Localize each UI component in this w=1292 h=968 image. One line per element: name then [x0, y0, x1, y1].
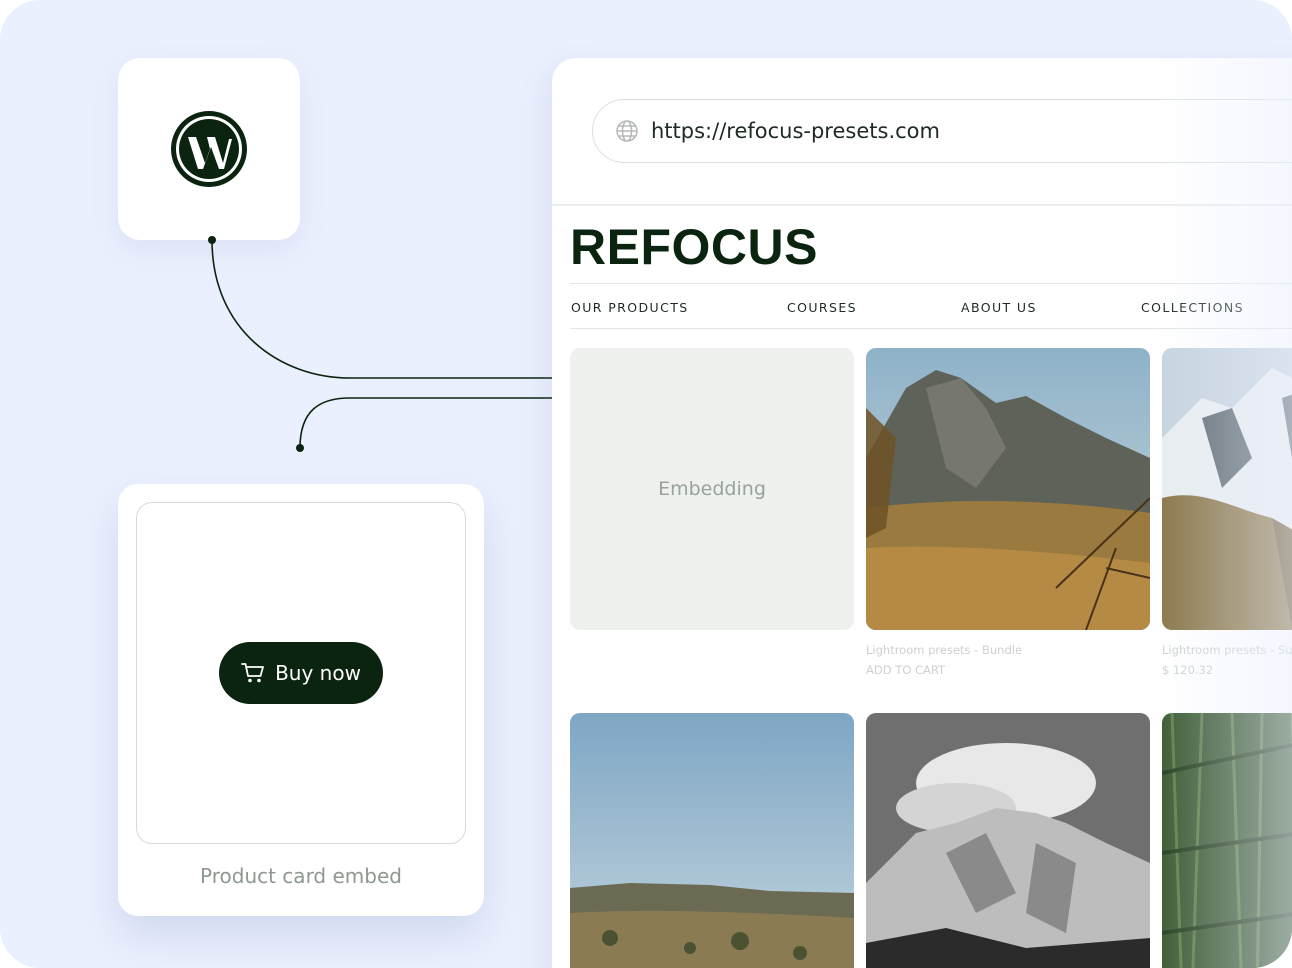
embedding-label: Embedding — [658, 478, 766, 500]
nav-about-us[interactable]: ABOUT US — [961, 300, 1037, 315]
buy-now-label: Buy now — [275, 661, 361, 685]
nav-divider — [570, 328, 1292, 329]
url-text: https://refocus-presets.com — [651, 119, 940, 143]
embed-preview-frame: Buy now — [136, 502, 466, 844]
plains-photo — [570, 713, 854, 968]
globe-icon — [616, 120, 638, 142]
add-to-cart-link[interactable]: ADD TO CART — [866, 663, 945, 677]
bw-mountain-photo — [866, 713, 1150, 968]
cart-icon — [241, 663, 264, 683]
product-image-mountain-autumn[interactable] — [866, 348, 1150, 630]
product-price: $ 120.32 — [1162, 663, 1214, 677]
embed-caption: Product card embed — [200, 864, 402, 888]
browser-window: https://refocus-presets.com REFOCUS OUR … — [552, 58, 1292, 968]
product-image-plains[interactable] — [570, 713, 854, 968]
canvas: Buy now Product card embed https://refoc… — [0, 0, 1292, 968]
url-bar[interactable]: https://refocus-presets.com — [592, 99, 1292, 163]
product-image-grass[interactable] — [1162, 713, 1292, 968]
product-name-bundle[interactable]: Lightroom presets - Bundle — [866, 643, 1022, 657]
product-image-bw-mountain[interactable] — [866, 713, 1150, 968]
product-name-su[interactable]: Lightroom presets - Su — [1162, 643, 1292, 657]
mountain-autumn-photo — [866, 348, 1150, 630]
nav-collections[interactable]: COLLECTIONS — [1141, 300, 1244, 315]
header-divider — [552, 204, 1292, 206]
buy-now-button[interactable]: Buy now — [219, 642, 383, 704]
brand-divider — [570, 283, 1292, 284]
embedding-placeholder: Embedding — [570, 348, 854, 630]
nav-our-products[interactable]: OUR PRODUCTS — [571, 300, 689, 315]
product-image-snowy-peaks[interactable] — [1162, 348, 1292, 630]
nav-courses[interactable]: COURSES — [787, 300, 857, 315]
site-brand[interactable]: REFOCUS — [570, 218, 818, 276]
snowy-peaks-photo — [1162, 348, 1292, 630]
product-card-embed: Buy now Product card embed — [118, 484, 484, 916]
grass-photo — [1162, 713, 1292, 968]
